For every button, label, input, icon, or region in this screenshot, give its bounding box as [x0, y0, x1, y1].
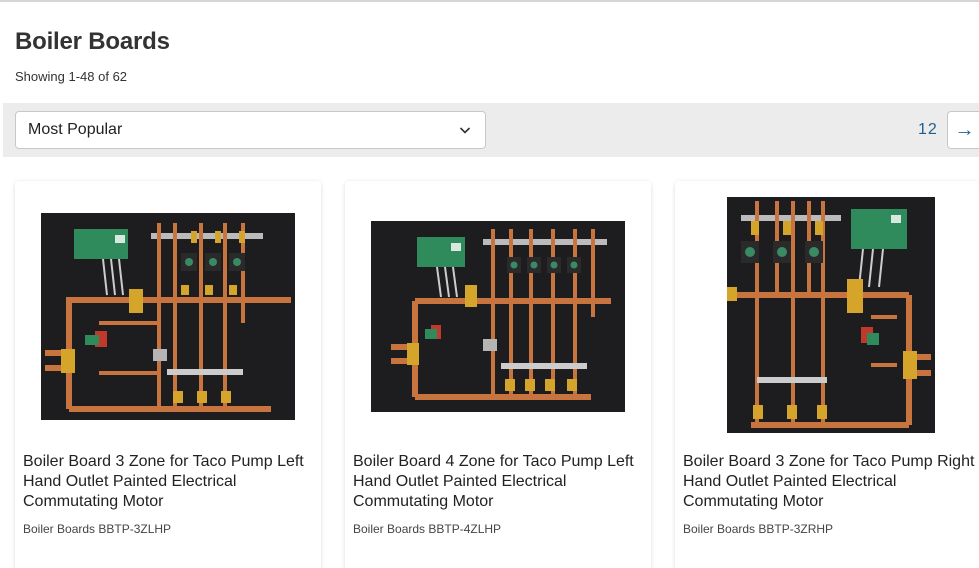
- product-title[interactable]: Boiler Board 3 Zone for Taco Pump Left H…: [23, 452, 315, 512]
- page-link-2[interactable]: 2: [928, 121, 937, 139]
- sort-toolbar: Most Popular 1 2 →: [3, 103, 979, 157]
- product-image-wrap: [345, 181, 651, 446]
- product-sku: Boiler Boards BBTP-3ZRHP: [683, 522, 834, 536]
- product-image-wrap: [675, 181, 979, 446]
- sort-select-value: Most Popular: [28, 121, 123, 138]
- sort-select[interactable]: Most Popular: [15, 111, 486, 149]
- product-image-wrap: [15, 181, 321, 446]
- result-count: Showing 1-48 of 62: [15, 69, 128, 84]
- page-link-1[interactable]: 1: [918, 121, 927, 139]
- chevron-down-icon: [459, 124, 471, 136]
- product-title[interactable]: Boiler Board 3 Zone for Taco Pump Right …: [683, 452, 975, 512]
- pagination: 1 2: [918, 112, 937, 148]
- product-card[interactable]: Boiler Board 3 Zone for Taco Pump Left H…: [15, 181, 321, 568]
- product-title[interactable]: Boiler Board 4 Zone for Taco Pump Left H…: [353, 452, 645, 512]
- product-card[interactable]: Boiler Board 4 Zone for Taco Pump Left H…: [345, 181, 651, 568]
- product-card[interactable]: Boiler Board 3 Zone for Taco Pump Right …: [675, 181, 979, 568]
- product-image: [371, 221, 625, 412]
- product-sku: Boiler Boards BBTP-3ZLHP: [23, 522, 172, 536]
- next-page-button[interactable]: →: [947, 111, 979, 149]
- product-image: [727, 197, 935, 433]
- product-sku: Boiler Boards BBTP-4ZLHP: [353, 522, 502, 536]
- arrow-right-icon: →: [954, 118, 975, 141]
- product-image: [41, 213, 295, 420]
- page-title: Boiler Boards: [15, 28, 170, 55]
- top-divider: [0, 0, 979, 2]
